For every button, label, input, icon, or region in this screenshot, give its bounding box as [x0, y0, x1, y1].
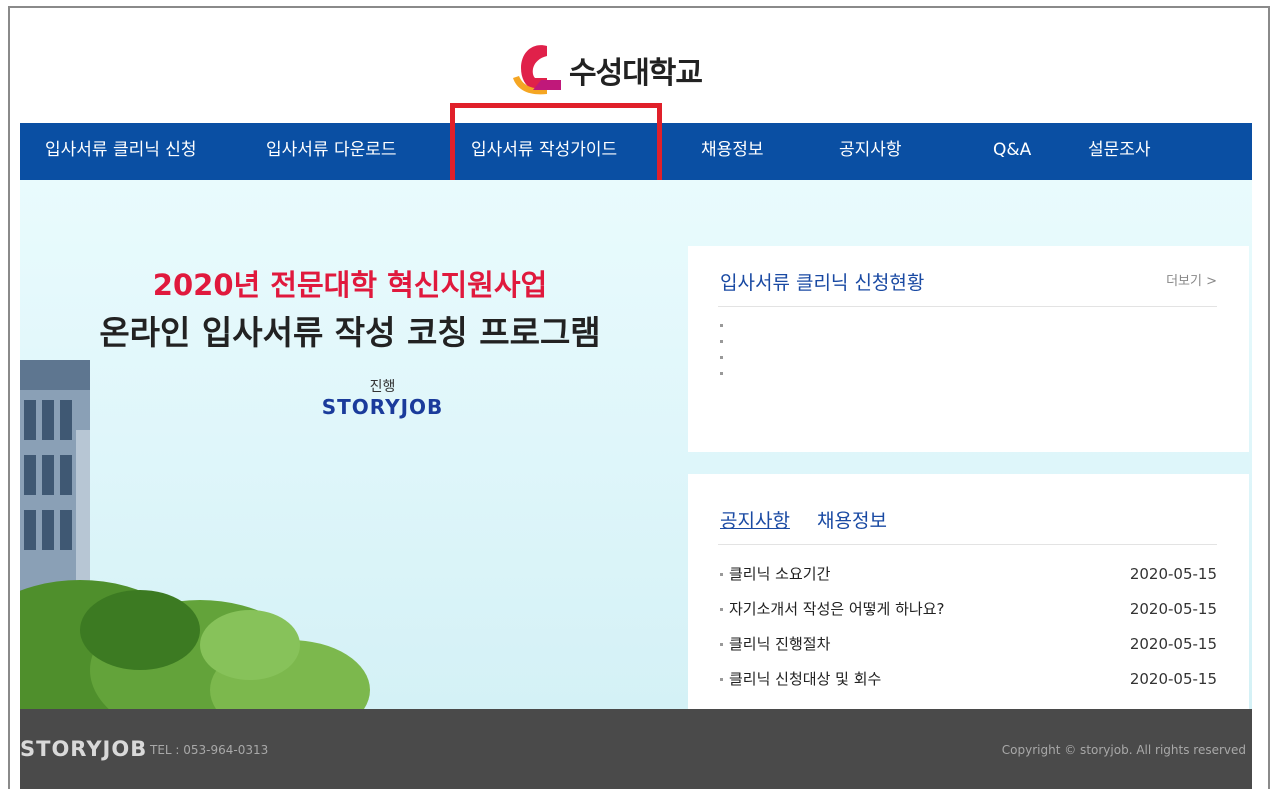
- nav-item-survey[interactable]: 설문조사: [1088, 123, 1151, 180]
- list-bullet: [720, 340, 723, 343]
- notice-date: 2020-05-15: [1129, 600, 1217, 618]
- footer-copyright: Copyright © storyjob. All rights reserve…: [1001, 743, 1246, 757]
- nav-item-jobs[interactable]: 채용정보: [701, 123, 764, 180]
- list-bullet: [720, 356, 723, 359]
- bullet-icon: [720, 573, 723, 576]
- divider: [718, 544, 1217, 545]
- tab-notice[interactable]: 공지사항: [720, 506, 790, 533]
- list-item[interactable]: 자기소개서 작성은 어떻게 하나요? 2020-05-15: [720, 598, 1217, 618]
- notice-title[interactable]: 클리닉 신청대상 및 회수: [729, 670, 881, 688]
- footer-brand-logo: STORYJOB: [20, 737, 148, 761]
- browser-frame: 수성대학교 입사서류 클리닉 신청 입사서류 다운로드 입사서류 작성가이드 채…: [8, 6, 1270, 789]
- university-logo[interactable]: 수성대학교: [503, 38, 703, 102]
- footer-tel: TEL : 053-964-0313: [150, 743, 269, 757]
- clinic-status-title: 입사서류 클리닉 신청현황: [720, 272, 925, 294]
- notice-title[interactable]: 클리닉 진행절차: [729, 635, 830, 653]
- nav-item-download[interactable]: 입사서류 다운로드: [266, 123, 397, 180]
- logo-mark-icon: [513, 45, 561, 95]
- notice-panel: 공지사항 채용정보 클리닉 소요기간 2020-05-15 자기소개서 작성은 …: [688, 474, 1249, 710]
- clinic-status-panel: 입사서류 클리닉 신청현황 더보기 >: [688, 246, 1249, 452]
- hero-by-label: 진행: [369, 379, 396, 395]
- hero-title-line1: 2020년 전문대학 혁신지원사업: [152, 268, 548, 302]
- list-bullet: [720, 372, 723, 375]
- more-link[interactable]: 더보기 >: [1166, 270, 1217, 289]
- nav-item-clinic-apply[interactable]: 입사서류 클리닉 신청: [45, 123, 197, 180]
- bullet-icon: [720, 608, 723, 611]
- list-bullet: [720, 324, 723, 327]
- list-item[interactable]: 클리닉 신청대상 및 회수 2020-05-15: [720, 668, 1217, 688]
- site-footer: STORYJOB TEL : 053-964-0313 Copyright © …: [20, 709, 1252, 789]
- divider: [718, 306, 1217, 307]
- tab-jobs[interactable]: 채용정보: [817, 506, 887, 533]
- list-item[interactable]: 클리닉 진행절차 2020-05-15: [720, 633, 1217, 653]
- trees-image: [20, 580, 370, 709]
- storyjob-logo: STORYJOB: [321, 395, 444, 419]
- list-item[interactable]: 클리닉 소요기간 2020-05-15: [720, 563, 1217, 583]
- notice-date: 2020-05-15: [1129, 635, 1217, 653]
- bullet-icon: [720, 678, 723, 681]
- nav-item-notice[interactable]: 공지사항: [839, 123, 902, 180]
- notice-title[interactable]: 자기소개서 작성은 어떻게 하나요?: [729, 600, 944, 618]
- logo-text: 수성대학교: [569, 56, 703, 91]
- notice-title[interactable]: 클리닉 소요기간: [729, 565, 830, 583]
- hero-title-line2: 온라인 입사서류 작성 코칭 프로그램: [99, 313, 601, 352]
- notice-date: 2020-05-15: [1129, 565, 1217, 583]
- clinic-status-list: [720, 324, 723, 388]
- nav-item-qna[interactable]: Q&A: [993, 123, 1031, 180]
- notice-date: 2020-05-15: [1129, 670, 1217, 688]
- bullet-icon: [720, 643, 723, 646]
